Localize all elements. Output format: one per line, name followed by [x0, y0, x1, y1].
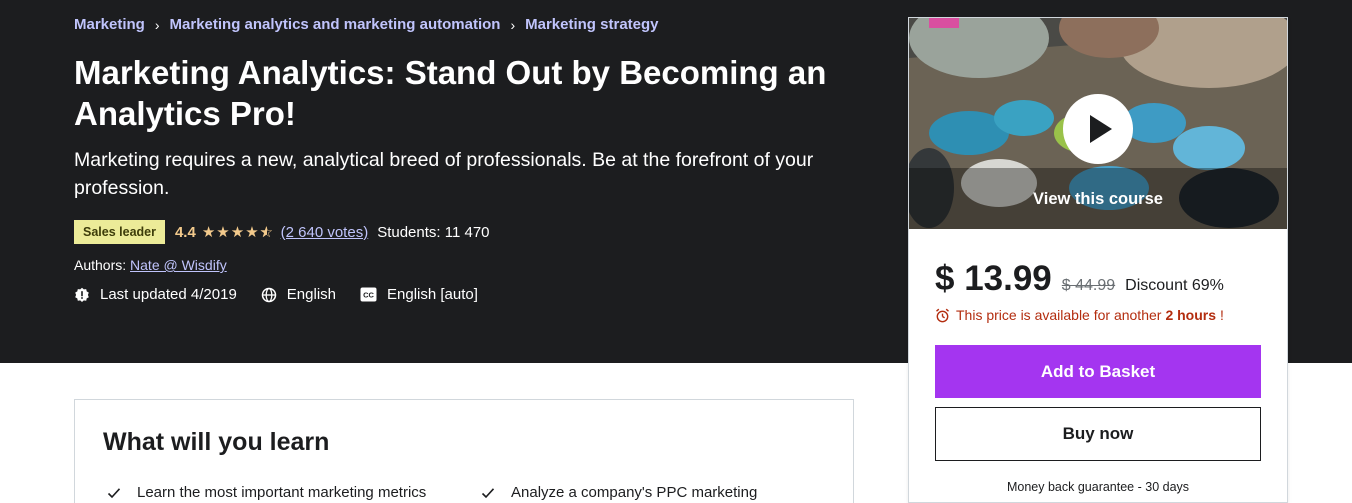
breadcrumb-item-marketing[interactable]: Marketing: [74, 16, 145, 33]
price-row: $ 13.99 $ 44.99 Discount 69%: [935, 259, 1224, 299]
price-timer: This price is available for another 2 ho…: [935, 307, 1224, 323]
learn-item: Learn the most important marketing metri…: [107, 484, 426, 501]
globe-icon: [261, 287, 277, 302]
star-half-icon: ★☆: [259, 224, 275, 241]
course-title: Marketing Analytics: Stand Out by Becomi…: [74, 54, 827, 132]
learn-item: Analyze a company's PPC marketing: [481, 484, 757, 501]
star-icon: ★: [201, 224, 217, 241]
star-icon: ★: [245, 224, 260, 241]
last-updated: Last updated 4/2019: [74, 286, 237, 303]
money-back-guarantee: Money back guarantee - 30 days: [1006, 480, 1190, 494]
timer-text: This price is available for another: [956, 307, 1162, 323]
chevron-right-icon: ›: [510, 16, 516, 33]
sales-leader-badge: Sales leader: [74, 220, 165, 244]
chevron-right-icon: ›: [154, 16, 160, 33]
check-icon: [107, 487, 121, 498]
rating-stars: ★★★★★☆: [202, 223, 274, 241]
rating-value: 4.4: [174, 223, 196, 241]
captions: CC English [auto]: [360, 286, 478, 303]
discount-percent: Discount 69%: [1125, 277, 1224, 294]
last-updated-text: Last updated 4/2019: [100, 286, 237, 303]
preview-label: View this course: [1033, 190, 1163, 208]
closed-captions-icon: CC: [360, 287, 377, 302]
timer-hours: 2 hours: [1165, 307, 1217, 323]
svg-text:CC: CC: [363, 291, 374, 300]
purchase-sidebar: View this course $ 13.99 $ 44.99 Discoun…: [908, 17, 1288, 503]
breadcrumb-item-marketing-analytics[interactable]: Marketing analytics and marketing automa…: [170, 16, 501, 33]
breadcrumb-item-marketing-strategy[interactable]: Marketing strategy: [525, 16, 658, 33]
captions-text: English [auto]: [387, 286, 478, 303]
students-count: Students: 11 470: [377, 223, 490, 241]
current-price: $ 13.99: [935, 259, 1052, 298]
star-icon: ★: [230, 224, 246, 241]
what-you-learn-section: What will you learn Learn the most impor…: [74, 399, 854, 503]
learn-item-text: Learn the most important marketing metri…: [137, 484, 427, 501]
alert-badge-icon: [75, 287, 89, 302]
timer-suffix: !: [1220, 307, 1224, 323]
language: English: [261, 286, 336, 303]
votes-link[interactable]: (2 640 votes): [281, 224, 369, 241]
breadcrumb: Marketing › Marketing analytics and mark…: [74, 16, 659, 33]
add-to-basket-button[interactable]: Add to Basket: [935, 345, 1261, 398]
author-link[interactable]: Nate @ Wisdify: [130, 257, 227, 273]
play-icon[interactable]: [1063, 94, 1133, 164]
check-icon: [481, 487, 495, 498]
course-meta: Last updated 4/2019 English CC English […: [74, 286, 502, 303]
authors: Authors: Nate @ Wisdify: [74, 257, 227, 273]
buy-now-button[interactable]: Buy now: [935, 407, 1261, 461]
course-preview[interactable]: View this course: [909, 18, 1287, 229]
language-text: English: [286, 286, 336, 303]
learn-item-text: Analyze a company's PPC marketing: [511, 484, 758, 501]
star-icon: ★: [216, 224, 231, 241]
authors-label: Authors:: [74, 257, 127, 273]
alarm-clock-icon: [936, 308, 949, 322]
course-subtitle: Marketing requires a new, analytical bre…: [74, 149, 814, 199]
what-you-learn-title: What will you learn: [103, 428, 330, 456]
original-price: $ 44.99: [1061, 277, 1116, 294]
rating-row: Sales leader 4.4 ★★★★★☆ (2 640 votes) St…: [74, 220, 490, 244]
